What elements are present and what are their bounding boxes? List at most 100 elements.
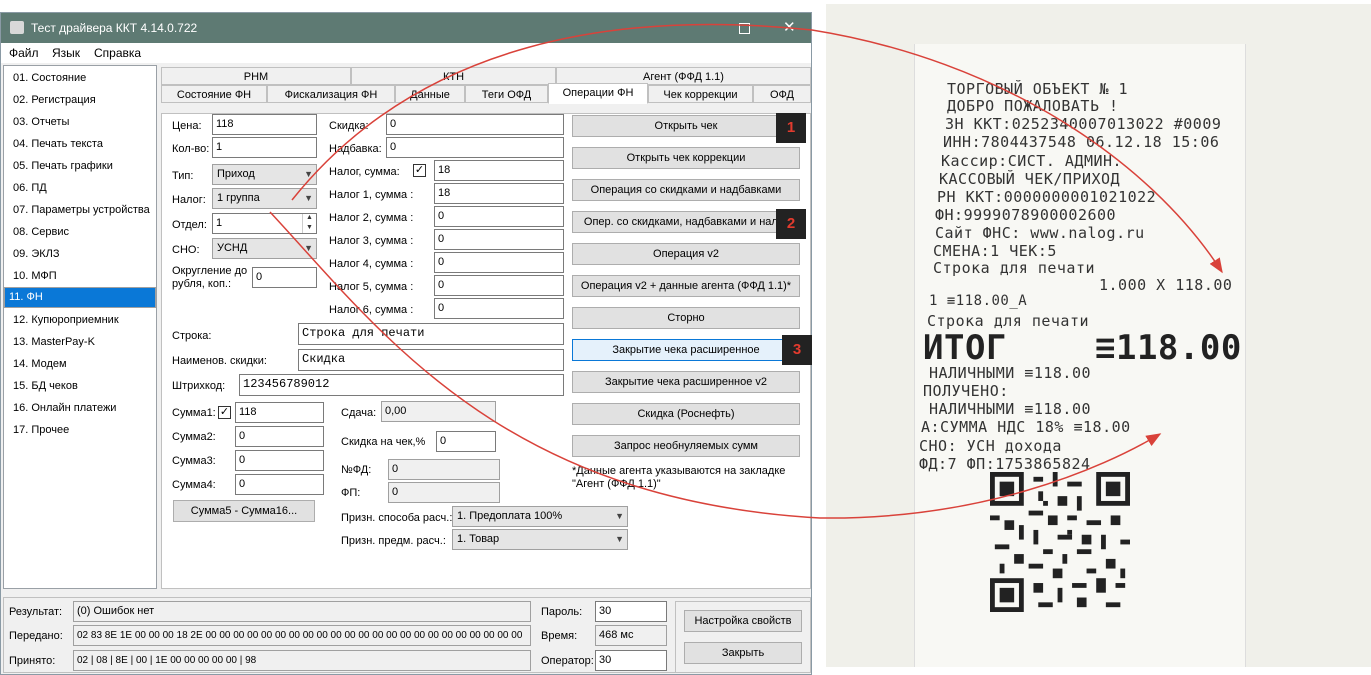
- operation-v2-agent-button[interactable]: Операция v2 + данные агента (ФФД 1.1)*: [572, 275, 800, 297]
- sum4-label: Сумма4:: [172, 479, 216, 491]
- markup-input[interactable]: 0: [386, 137, 564, 158]
- nav-item-fn[interactable]: 11. ФН: [4, 287, 156, 308]
- rosneft-discount-button[interactable]: Скидка (Роснефть): [572, 403, 800, 425]
- receipt-line: ТОРГОВЫЙ ОБЪЕКТ № 1: [947, 80, 1129, 98]
- tax2-input[interactable]: 0: [434, 206, 564, 227]
- nav-item-pd[interactable]: 06. ПД: [4, 177, 156, 199]
- operation-discount-markup-tax-button[interactable]: Опер. со скидками, надбавками и налог: [572, 211, 800, 233]
- receipt-line: Сайт ФНС: www.nalog.ru: [935, 224, 1145, 242]
- tax5-input[interactable]: 0: [434, 275, 564, 296]
- menu-help[interactable]: Справка: [94, 46, 141, 60]
- non-reset-sums-button[interactable]: Запрос необнуляемых сумм: [572, 435, 800, 457]
- menu-file[interactable]: Файл: [9, 46, 39, 60]
- sum2-input[interactable]: 0: [235, 426, 324, 447]
- operation-v2-button[interactable]: Операция v2: [572, 243, 800, 265]
- tax3-input[interactable]: 0: [434, 229, 564, 250]
- nav-item-mfp[interactable]: 10. МФП: [4, 265, 156, 287]
- sum1-checkbox[interactable]: ✓: [218, 406, 231, 419]
- storno-button[interactable]: Сторно: [572, 307, 800, 329]
- tax-sum-input[interactable]: 18: [434, 160, 564, 181]
- nav-item-eklz[interactable]: 09. ЭКЛЗ: [4, 243, 156, 265]
- tax-sum-checkbox[interactable]: ✓: [413, 164, 426, 177]
- nav-item-other[interactable]: 17. Прочее: [4, 419, 156, 441]
- tax-label: Налог:: [172, 194, 206, 206]
- receipt-line: НАЛИЧНЫМИ ≡118.00: [929, 400, 1092, 418]
- nav-item-registration[interactable]: 02. Регистрация: [4, 89, 156, 111]
- nav-item-online-payments[interactable]: 16. Онлайн платежи: [4, 397, 156, 419]
- operation-discount-markup-button[interactable]: Операция со скидками и надбавками: [572, 179, 800, 201]
- sent-field: 02 83 8E 1E 00 00 00 18 2E 00 00 00 00 0…: [73, 625, 531, 646]
- tab-ofd[interactable]: ОФД: [753, 85, 811, 103]
- nav-item-reports[interactable]: 03. Отчеты: [4, 111, 156, 133]
- string-input[interactable]: Строка для печати: [298, 323, 564, 345]
- close-check-extended-button[interactable]: Закрытие чека расширенное: [572, 339, 800, 361]
- spin-arrows-icon[interactable]: ▲ ▼: [302, 214, 316, 233]
- sum3-input[interactable]: 0: [235, 450, 324, 471]
- title-bar[interactable]: Тест драйвера ККТ 4.14.0.722 ✕: [1, 13, 811, 43]
- qty-input[interactable]: 1: [212, 137, 317, 158]
- operator-input[interactable]: 30: [595, 650, 667, 671]
- tax4-input[interactable]: 0: [434, 252, 564, 273]
- fp-field: 0: [388, 482, 500, 503]
- tab-fn-operations[interactable]: Операции ФН: [548, 83, 648, 104]
- tab-fn-fiscalization[interactable]: Фискализация ФН: [267, 85, 395, 103]
- type-value: Приход: [217, 168, 255, 180]
- password-input[interactable]: 30: [595, 601, 667, 622]
- nav-item-bill-acceptor[interactable]: 12. Купюроприемник: [4, 309, 156, 331]
- open-correction-check-button[interactable]: Открыть чек коррекции: [572, 147, 800, 169]
- discount-name-input[interactable]: Скидка: [298, 349, 564, 371]
- close-check-extended-v2-button[interactable]: Закрытие чека расширенное v2: [572, 371, 800, 393]
- price-input[interactable]: 118: [212, 114, 317, 135]
- sum5-16-button[interactable]: Сумма5 - Сумма16...: [173, 500, 315, 522]
- menu-language[interactable]: Язык: [52, 46, 80, 60]
- tab-fn-state[interactable]: Состояние ФН: [161, 85, 267, 103]
- type-select[interactable]: Приход ▼: [212, 164, 317, 185]
- tab-data[interactable]: Данные: [395, 85, 465, 103]
- sum1-input[interactable]: 118: [235, 402, 324, 423]
- tab-ofd-tags[interactable]: Теги ОФД: [465, 85, 548, 103]
- sent-label: Передано:: [9, 630, 63, 642]
- nav-item-state[interactable]: 01. Состояние: [4, 67, 156, 89]
- tab-ktn[interactable]: КТН: [351, 67, 556, 85]
- nav-item-receipt-db[interactable]: 15. БД чеков: [4, 375, 156, 397]
- open-check-button[interactable]: Открыть чек: [572, 115, 800, 137]
- settings-button[interactable]: Настройка свойств: [684, 610, 802, 632]
- payment-method-select[interactable]: 1. Предоплата 100% ▼: [452, 506, 628, 527]
- nav-item-print-text[interactable]: 04. Печать текста: [4, 133, 156, 155]
- tax1-label: Налог 1, сумма :: [329, 189, 414, 201]
- receipt-line: Кассир:СИСТ. АДМИН.: [941, 152, 1123, 170]
- check-discount-input[interactable]: 0: [436, 431, 496, 452]
- tax-select[interactable]: 1 группа ▼: [212, 188, 317, 209]
- chevron-down-icon: ▼: [304, 243, 313, 253]
- discount-input[interactable]: 0: [386, 114, 564, 135]
- tax6-input[interactable]: 0: [434, 298, 564, 319]
- subject-select[interactable]: 1. Товар ▼: [452, 529, 628, 550]
- tax-sum-label: Налог, сумма:: [329, 166, 400, 178]
- tab-rnm[interactable]: РНМ: [161, 67, 351, 85]
- receipt-line: ДОБРО ПОЖАЛОВАТЬ !: [947, 97, 1119, 115]
- tab-correction-check[interactable]: Чек коррекции: [648, 85, 753, 103]
- type-label: Тип:: [172, 170, 194, 182]
- qty-label: Кол-во:: [172, 143, 210, 155]
- nav-item-print-graphics[interactable]: 05. Печать графики: [4, 155, 156, 177]
- sum4-input[interactable]: 0: [235, 474, 324, 495]
- maximize-icon[interactable]: [739, 23, 750, 34]
- close-icon[interactable]: ✕: [783, 18, 796, 36]
- tax1-input[interactable]: 18: [434, 183, 564, 204]
- barcode-input[interactable]: 123456789012: [239, 374, 564, 396]
- subject-value: 1. Товар: [457, 533, 500, 545]
- rounding-input[interactable]: 0: [252, 267, 317, 288]
- discount-name-label: Наименов. скидки:: [172, 355, 267, 367]
- dept-stepper[interactable]: 1 ▲ ▼: [212, 213, 317, 234]
- nav-item-masterpay[interactable]: 13. MasterPay-K: [4, 331, 156, 353]
- sno-select[interactable]: УСНД ▼: [212, 238, 317, 259]
- nav-item-device-params[interactable]: 07. Параметры устройства: [4, 199, 156, 221]
- close-button[interactable]: Закрыть: [684, 642, 802, 664]
- payment-method-value: 1. Предоплата 100%: [457, 510, 563, 522]
- driver-test-window: Тест драйвера ККТ 4.14.0.722 ✕ Файл Язык…: [0, 12, 812, 675]
- dept-label: Отдел:: [172, 219, 207, 231]
- time-label: Время:: [541, 630, 578, 642]
- nav-item-modem[interactable]: 14. Модем: [4, 353, 156, 375]
- receipt-line: ЗН ККТ:0252340007013022 #0009: [945, 115, 1222, 133]
- nav-item-service[interactable]: 08. Сервис: [4, 221, 156, 243]
